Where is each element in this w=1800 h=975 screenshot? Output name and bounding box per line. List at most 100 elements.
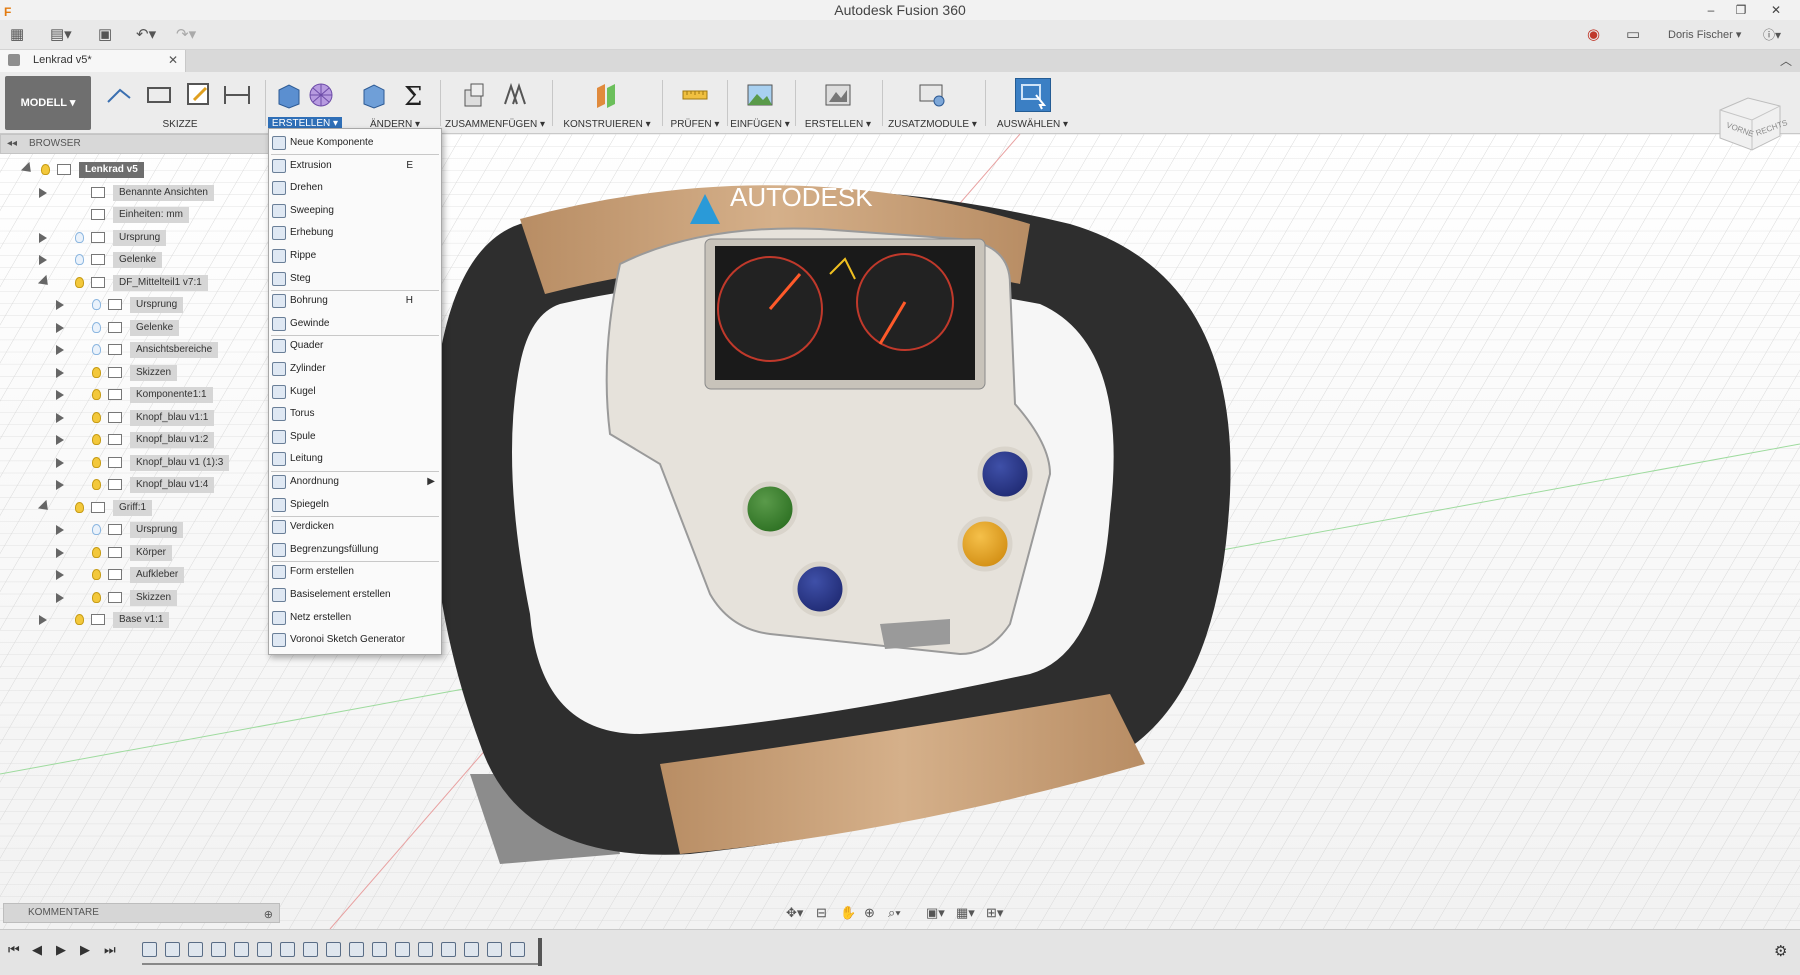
expand-icon[interactable] bbox=[56, 322, 64, 333]
menu-item[interactable]: Extrusion E bbox=[269, 156, 441, 176]
expand-icon[interactable] bbox=[56, 345, 64, 355]
timeline-feature-icon[interactable] bbox=[303, 942, 318, 957]
menu-item[interactable]: Kugel bbox=[269, 382, 441, 402]
timeline-feature-icon[interactable] bbox=[165, 942, 180, 957]
browser-item[interactable]: Knopf_blau v1 (1):3 bbox=[0, 453, 270, 473]
menu-item[interactable]: Spiegeln bbox=[269, 495, 441, 515]
document-tab[interactable]: Lenkrad v5* ✕ bbox=[0, 50, 186, 72]
user-menu[interactable]: Doris Fischer ▾ bbox=[1668, 26, 1741, 44]
new-component-icon[interactable] bbox=[459, 80, 489, 110]
visibility-bulb-icon[interactable] bbox=[92, 434, 101, 445]
visibility-bulb-icon[interactable] bbox=[92, 389, 101, 400]
addins-icon[interactable] bbox=[917, 80, 947, 110]
browser-item[interactable]: Ursprung bbox=[0, 520, 270, 540]
rectangle-icon[interactable] bbox=[144, 80, 174, 110]
expand-icon[interactable] bbox=[56, 412, 64, 423]
expanded-icon[interactable] bbox=[37, 274, 53, 289]
timeline-feature-icon[interactable] bbox=[234, 942, 249, 957]
insert-image-icon[interactable] bbox=[745, 80, 775, 110]
browser-item[interactable]: Einheiten: mm bbox=[0, 205, 270, 225]
browser-item[interactable]: DF_Mittelteil1 v7:1 bbox=[0, 273, 270, 293]
visibility-bulb-icon[interactable] bbox=[75, 276, 84, 288]
timeline-end-icon[interactable]: ⏭ bbox=[104, 942, 116, 958]
expand-icon[interactable] bbox=[56, 547, 64, 558]
timeline-settings-icon[interactable]: ⚙ bbox=[1774, 942, 1787, 960]
workspace-switcher[interactable]: MODELL ▾ bbox=[5, 76, 91, 130]
menu-item[interactable]: Steg bbox=[269, 269, 441, 289]
visibility-bulb-icon[interactable] bbox=[75, 254, 84, 265]
menu-item[interactable]: Netz erstellen bbox=[269, 608, 441, 628]
record-icon[interactable]: ◉ bbox=[1587, 26, 1600, 44]
toolbar-group-einfuegen[interactable]: EINFÜGEN ▾ bbox=[730, 76, 790, 132]
visibility-bulb-icon[interactable] bbox=[92, 344, 101, 355]
blue-button-left[interactable] bbox=[792, 561, 848, 617]
menu-item[interactable]: Verdicken bbox=[269, 517, 441, 537]
timeline-feature-icon[interactable] bbox=[257, 942, 272, 957]
expand-icon[interactable] bbox=[56, 367, 64, 378]
timeline-feature-icon[interactable] bbox=[142, 942, 157, 957]
browser-item[interactable]: Körper bbox=[0, 543, 270, 563]
browser-panel[interactable]: ◂◂ BROWSER bbox=[0, 134, 275, 154]
expand-icon[interactable] bbox=[56, 592, 64, 603]
browser-item[interactable]: Benannte Ansichten bbox=[0, 183, 270, 203]
timeline-feature-icon[interactable] bbox=[510, 942, 525, 957]
extrude-icon[interactable] bbox=[274, 80, 304, 110]
parameters-icon[interactable]: Σ bbox=[399, 80, 429, 110]
visibility-bulb-icon[interactable] bbox=[75, 231, 84, 243]
offset-plane-icon[interactable] bbox=[592, 80, 622, 110]
browser-item[interactable]: Gelenke bbox=[0, 318, 270, 338]
form-icon[interactable] bbox=[306, 80, 336, 110]
timeline-marker[interactable] bbox=[538, 938, 542, 966]
expand-icon[interactable] bbox=[39, 615, 47, 625]
menu-item[interactable]: Erhebung bbox=[269, 223, 441, 243]
expand-icon[interactable] bbox=[56, 570, 64, 580]
timeline-feature-icon[interactable] bbox=[349, 942, 364, 957]
visibility-bulb-icon[interactable] bbox=[92, 546, 101, 558]
collapse-browser-icon[interactable]: ◂◂ bbox=[7, 138, 17, 149]
pan-icon[interactable]: ✋ bbox=[840, 905, 856, 921]
expanded-icon[interactable] bbox=[37, 499, 53, 514]
zoom-icon[interactable]: ⊕ bbox=[864, 905, 875, 921]
browser-item[interactable]: Griff:1 bbox=[0, 498, 270, 518]
press-pull-icon[interactable] bbox=[359, 80, 389, 110]
menu-item[interactable]: Form erstellen bbox=[269, 562, 441, 582]
timeline-feature-icon[interactable] bbox=[372, 942, 387, 957]
toolbar-group-skizze[interactable]: SKIZZE bbox=[100, 76, 260, 132]
expand-icon[interactable] bbox=[56, 435, 64, 445]
timeline-start-icon[interactable]: ⏮ bbox=[8, 942, 20, 958]
comments-panel[interactable]: KOMMENTARE ⊕ bbox=[3, 903, 280, 923]
toolbar-group-erstellen-render[interactable]: ERSTELLEN ▾ bbox=[798, 76, 878, 132]
menu-item[interactable]: Rippe bbox=[269, 246, 441, 266]
blue-button-right[interactable] bbox=[977, 446, 1033, 502]
expand-icon[interactable] bbox=[56, 390, 64, 400]
yellow-button[interactable] bbox=[957, 516, 1013, 572]
select-icon[interactable] bbox=[1015, 78, 1051, 112]
timeline-feature-icon[interactable] bbox=[441, 942, 456, 957]
help-icon[interactable]: ⓘ▾ bbox=[1763, 26, 1781, 44]
visibility-bulb-icon[interactable] bbox=[92, 411, 101, 423]
visibility-bulb-icon[interactable] bbox=[92, 456, 101, 468]
timeline-feature-icon[interactable] bbox=[326, 942, 341, 957]
visibility-bulb-icon[interactable] bbox=[75, 501, 84, 513]
timeline-feature-icon[interactable] bbox=[487, 942, 502, 957]
expand-icon[interactable] bbox=[56, 525, 64, 535]
menu-item[interactable]: Leitung bbox=[269, 449, 441, 469]
timeline-next-icon[interactable]: ▶ bbox=[80, 942, 90, 958]
timeline-feature-icon[interactable] bbox=[418, 942, 433, 957]
menu-item[interactable]: Anordnung ▶ bbox=[269, 472, 441, 492]
browser-item[interactable]: Knopf_blau v1:4 bbox=[0, 475, 270, 495]
timeline-feature-icon[interactable] bbox=[188, 942, 203, 957]
look-at-icon[interactable]: ⊟ bbox=[816, 905, 827, 921]
redo-icon[interactable]: ↷▾ bbox=[176, 26, 196, 44]
browser-item[interactable]: Lenkrad v5 bbox=[0, 160, 270, 180]
grid-settings-icon[interactable]: ▦▾ bbox=[956, 905, 975, 921]
notification-icon[interactable]: ▭ bbox=[1626, 26, 1640, 44]
browser-item[interactable]: Gelenke bbox=[0, 250, 270, 270]
expand-icon[interactable] bbox=[39, 187, 47, 198]
menu-item[interactable]: Neue Komponente bbox=[269, 133, 441, 153]
timeline-feature-icon[interactable] bbox=[464, 942, 479, 957]
joint-icon[interactable] bbox=[499, 80, 529, 110]
browser-item[interactable]: Knopf_blau v1:1 bbox=[0, 408, 270, 428]
menu-item[interactable]: Voronoi Sketch Generator bbox=[269, 630, 441, 650]
visibility-bulb-icon[interactable] bbox=[92, 591, 101, 603]
